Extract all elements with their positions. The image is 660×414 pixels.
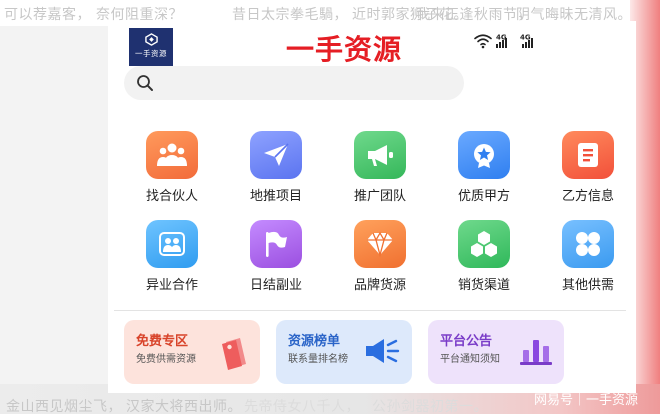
tile: [250, 131, 302, 179]
diamond-icon: [367, 231, 393, 257]
grid-item-cross-industry[interactable]: 异业合作: [124, 220, 220, 293]
grid-item-label: 销货渠道: [457, 278, 510, 293]
document-icon: [578, 143, 598, 167]
resource-ranking-card[interactable]: 资源榜单 联系量排名榜: [276, 320, 412, 384]
card-title: 资源榜单: [288, 334, 341, 349]
tile: [354, 220, 406, 268]
danmaku-comment: 先帝侍女八千人，: [244, 399, 360, 414]
logo-text: 一手资源: [135, 49, 167, 58]
paper-plane-icon: [264, 143, 289, 166]
tile: [562, 131, 614, 179]
search-input[interactable]: [124, 66, 464, 100]
megaphone-icon: [368, 145, 393, 166]
status-bar: 4G 4G: [474, 32, 548, 50]
grid-item-label: 找合伙人: [145, 189, 198, 204]
search-icon: [137, 75, 153, 91]
grid-item-label: 地推项目: [249, 189, 302, 204]
card-subtitle: 平台通知须知: [440, 354, 500, 365]
wifi-icon: [474, 34, 492, 46]
tile: [458, 131, 510, 179]
grid-item-label: 优质甲方: [457, 189, 510, 204]
grid-item-brand-source[interactable]: 品牌货源: [332, 220, 428, 293]
grid-item-partner[interactable]: 找合伙人: [124, 131, 220, 204]
tile: [146, 220, 198, 268]
loudspeaker-icon: [366, 339, 400, 363]
footer-brand-watermark: 网易号｜一手资源: [534, 393, 639, 408]
team-icon: [157, 143, 187, 166]
card-subtitle: 联系量排名榜: [288, 354, 348, 365]
card-title: 免费专区: [136, 334, 189, 349]
people-icon: [159, 232, 185, 256]
tile: [354, 131, 406, 179]
grid-item-label: 乙方信息: [561, 189, 614, 204]
grid-item-quality-client[interactable]: 优质甲方: [436, 131, 532, 204]
app-title: 一手资源: [285, 33, 402, 66]
tile: [562, 220, 614, 268]
grid-item-label: 品牌货源: [353, 278, 406, 293]
grid-item-ground-promotion[interactable]: 地推项目: [228, 131, 324, 204]
danmaku-comment: 汉家大将西出师。: [126, 399, 242, 414]
bar-chart-icon: [520, 340, 552, 365]
danmaku-comment: 可以荐嘉客，: [4, 7, 91, 23]
grid-item-label: 异业合作: [145, 278, 198, 293]
tile: [146, 131, 198, 179]
card-title: 平台公告: [440, 334, 493, 349]
star-badge-icon: [474, 144, 494, 168]
danmaku-comment: 公孙剑器初第一。: [372, 399, 488, 414]
free-zone-card[interactable]: 免费专区 免费供需资源: [124, 320, 260, 384]
hexagon-cluster-icon: [471, 231, 497, 257]
tile: [458, 220, 510, 268]
flag-icon: [266, 231, 287, 257]
app-logo: 一手资源: [129, 28, 173, 66]
logo-mark-icon: [144, 33, 158, 46]
grid-item-daily-side-job[interactable]: 日结副业: [228, 220, 324, 293]
platform-announcement-card[interactable]: 平台公告 平台通知须知: [428, 320, 564, 384]
card-subtitle: 免费供需资源: [136, 354, 196, 365]
grid-item-sales-channel[interactable]: 销货渠道: [436, 220, 532, 293]
grid-item-label: 其他供需: [561, 278, 614, 293]
grid-item-label: 日结副业: [249, 278, 302, 293]
grid-item-other-demand[interactable]: 其他供需: [540, 220, 636, 293]
grid-item-promotion-team[interactable]: 推广团队: [332, 131, 428, 204]
grid-dots-icon: [576, 232, 600, 256]
danmaku-comment: 金山西见烟尘飞，: [6, 399, 122, 414]
divider: [114, 310, 626, 311]
grid-item-label: 推广团队: [353, 189, 406, 204]
price-tag-icon: [222, 338, 246, 370]
tile: [250, 220, 302, 268]
grid-item-vendor-info[interactable]: 乙方信息: [540, 131, 636, 204]
app-screen: 一手资源 一手资源 4G 4G 找合伙人 地推项目 推广团队 优质甲方 乙方信息…: [108, 21, 636, 393]
